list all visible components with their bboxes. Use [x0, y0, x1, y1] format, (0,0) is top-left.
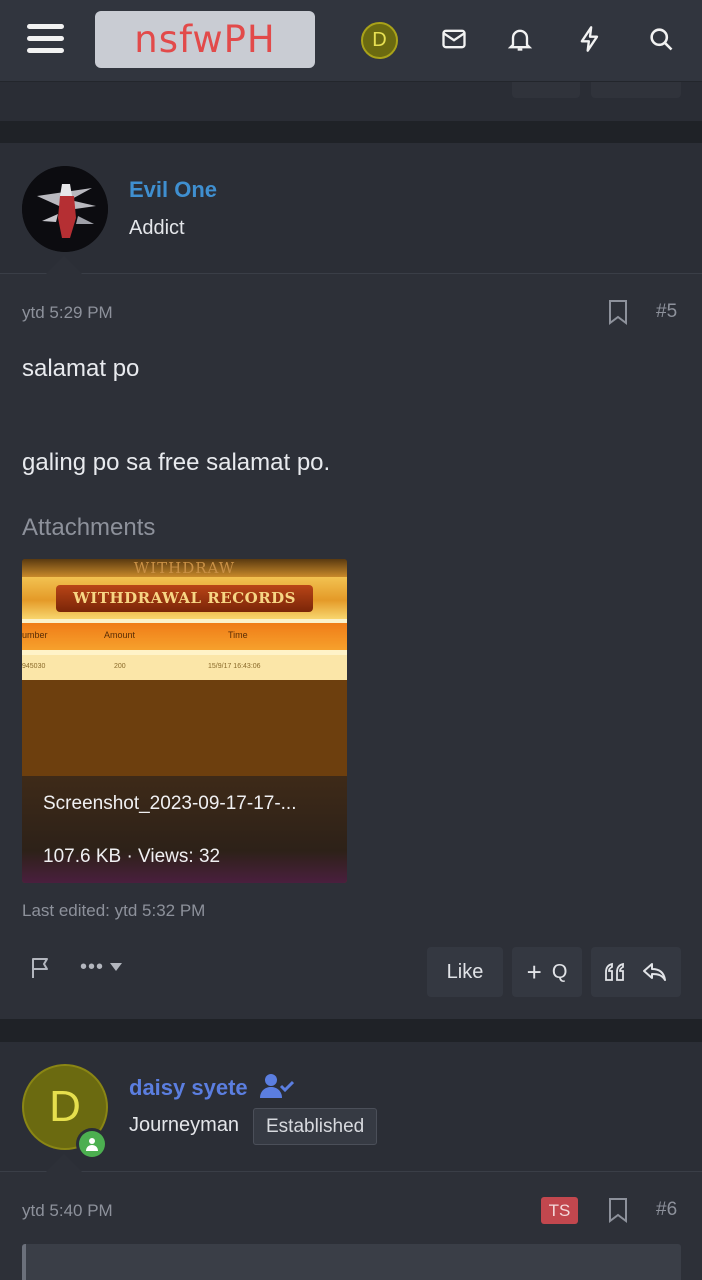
bell-icon[interactable]: [503, 22, 537, 56]
attachment-size-views: 107.6 KB · Views: 32: [43, 846, 221, 867]
quote-reply-button[interactable]: [591, 947, 681, 997]
post-body: ytd 5:29 PM #5 salamat po galing po sa f…: [0, 274, 702, 1019]
logo-text: nsfwPH: [134, 18, 276, 61]
thumbnail-column-row: umber Amount Time: [22, 623, 347, 650]
previous-post-button[interactable]: [512, 82, 580, 98]
more-options-button[interactable]: •••: [80, 957, 124, 977]
avatar-pointer: [46, 256, 82, 274]
like-button[interactable]: Like: [427, 947, 503, 997]
attachment-overlay: Screenshot_2023-09-17-17-... 107.6 KB · …: [22, 776, 347, 883]
multiquote-label: Q: [551, 960, 568, 983]
previous-post-button[interactable]: [591, 82, 681, 98]
user-avatar[interactable]: D: [361, 22, 398, 59]
post-header: D daisy syete Journeyman Established: [0, 1042, 702, 1172]
attachment-thumbnail[interactable]: WITHDRAW WITHDRAWAL RECORDS umber Amount…: [22, 559, 347, 883]
post-separator: [0, 121, 702, 143]
menu-icon[interactable]: [27, 22, 67, 56]
post-separator: [0, 1019, 702, 1042]
thumbnail-header-top: WITHDRAW: [22, 559, 347, 577]
multiquote-button[interactable]: + Q: [512, 947, 582, 997]
message-line: salamat po: [22, 355, 140, 382]
bookmark-icon[interactable]: [607, 299, 629, 325]
reply-icon: [643, 963, 666, 981]
top-navbar: nsfwPH D: [0, 0, 702, 82]
attachments-label: Attachments: [22, 514, 156, 541]
user-title: Journeyman: [129, 1114, 240, 1136]
site-logo[interactable]: nsfwPH: [95, 11, 315, 68]
post-time[interactable]: ytd 5:40 PM: [22, 1201, 113, 1221]
avatar[interactable]: [22, 166, 108, 252]
post-time[interactable]: ytd 5:29 PM: [22, 303, 113, 323]
thumbnail-title-bar: WITHDRAWAL RECORDS: [22, 577, 347, 619]
verified-user-icon: [260, 1074, 294, 1098]
search-icon[interactable]: [644, 22, 678, 56]
user-banner: Established: [253, 1108, 378, 1145]
attachment-filename[interactable]: Screenshot_2023-09-17-17-...: [43, 793, 297, 815]
post-number[interactable]: #5: [656, 301, 677, 323]
avatar-pointer: [46, 1154, 82, 1172]
user-title: Addict: [129, 217, 185, 239]
more-icon: •••: [80, 956, 105, 978]
message-line: galing po sa free salamat po.: [22, 449, 331, 476]
post-header: Evil One Addict: [0, 143, 702, 274]
quote-icon: [605, 962, 624, 981]
last-edited: Last edited: ytd 5:32 PM: [22, 901, 206, 920]
post-body: ytd 5:40 PM TS #6: [0, 1172, 702, 1280]
bookmark-icon[interactable]: [607, 1197, 629, 1223]
chevron-down-icon: [110, 963, 123, 971]
like-label: Like: [446, 960, 484, 983]
lightning-icon[interactable]: [573, 22, 607, 56]
username[interactable]: daisy syete: [129, 1075, 248, 1101]
username[interactable]: Evil One: [129, 177, 217, 203]
thread-starter-badge: TS: [541, 1197, 578, 1224]
post-number[interactable]: #6: [656, 1199, 677, 1221]
plus-icon: +: [526, 957, 542, 987]
envelope-icon[interactable]: [437, 22, 471, 56]
flag-icon[interactable]: [29, 956, 53, 980]
quote-block: [22, 1244, 681, 1280]
avatar[interactable]: D: [22, 1064, 108, 1160]
thumbnail-data-row: 945030 200 15/9/17 16:43:06: [22, 655, 347, 680]
